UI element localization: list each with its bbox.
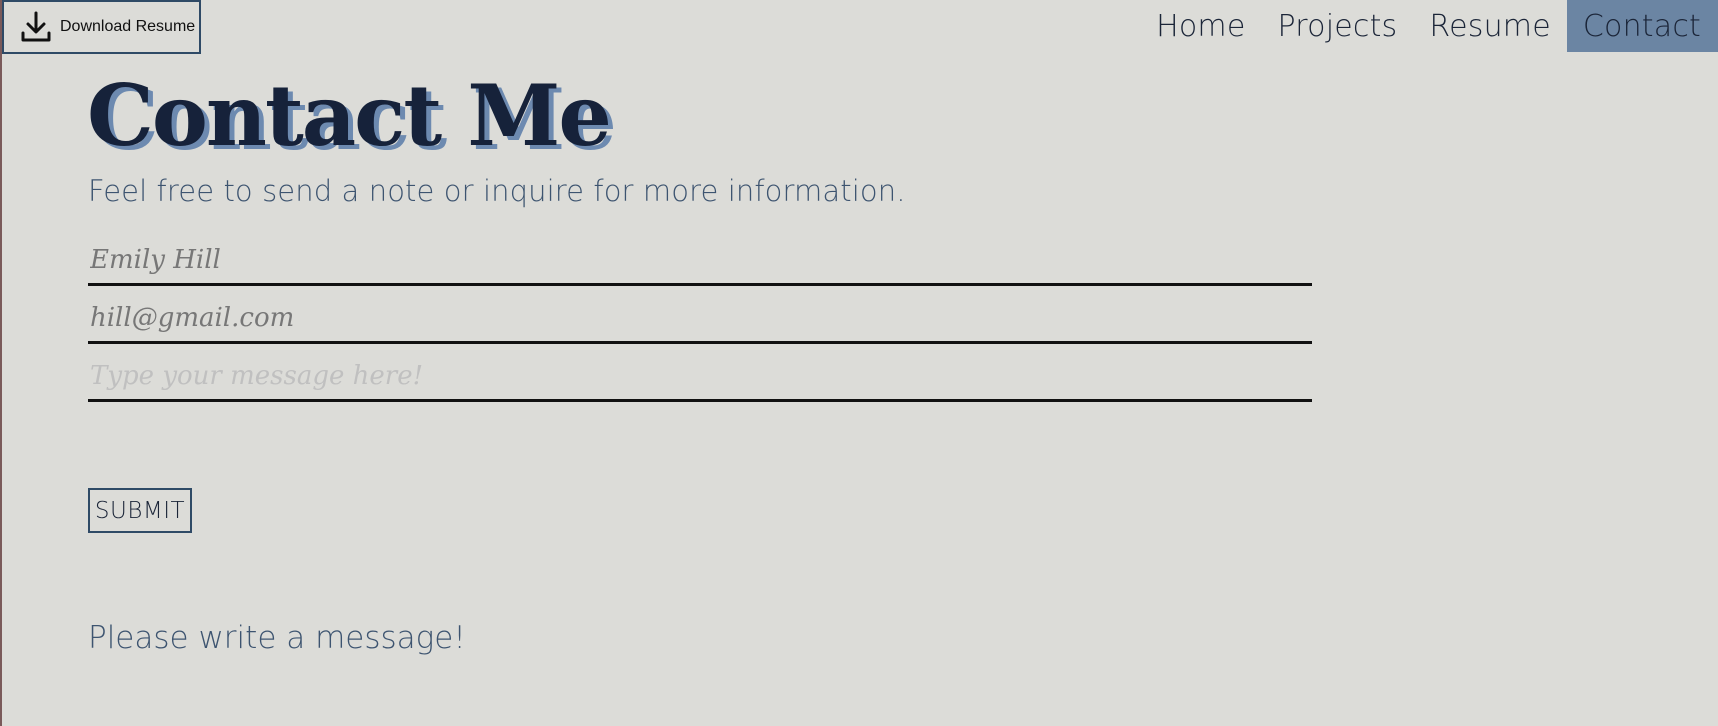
validation-message: Please write a message! [88,620,466,656]
nav-item-resume[interactable]: Resume [1413,0,1566,52]
window-left-edge [0,0,2,726]
download-icon [21,11,51,42]
download-resume-button[interactable]: Download Resume [2,0,201,54]
submit-button[interactable]: SUBMIT [88,488,192,533]
message-input[interactable] [88,352,1312,402]
nav-item-home[interactable]: Home [1140,0,1261,52]
nav-item-contact[interactable]: Contact [1566,0,1718,52]
nav-item-projects[interactable]: Projects [1262,0,1414,52]
page-subtitle: Feel free to send a note or inquire for … [88,174,906,208]
email-input[interactable] [88,294,1312,344]
download-resume-label: Download Resume [60,18,196,35]
page-title: Contact Me [87,66,612,165]
name-input[interactable] [88,236,1312,286]
top-nav: Home Projects Resume Contact [1140,0,1718,52]
